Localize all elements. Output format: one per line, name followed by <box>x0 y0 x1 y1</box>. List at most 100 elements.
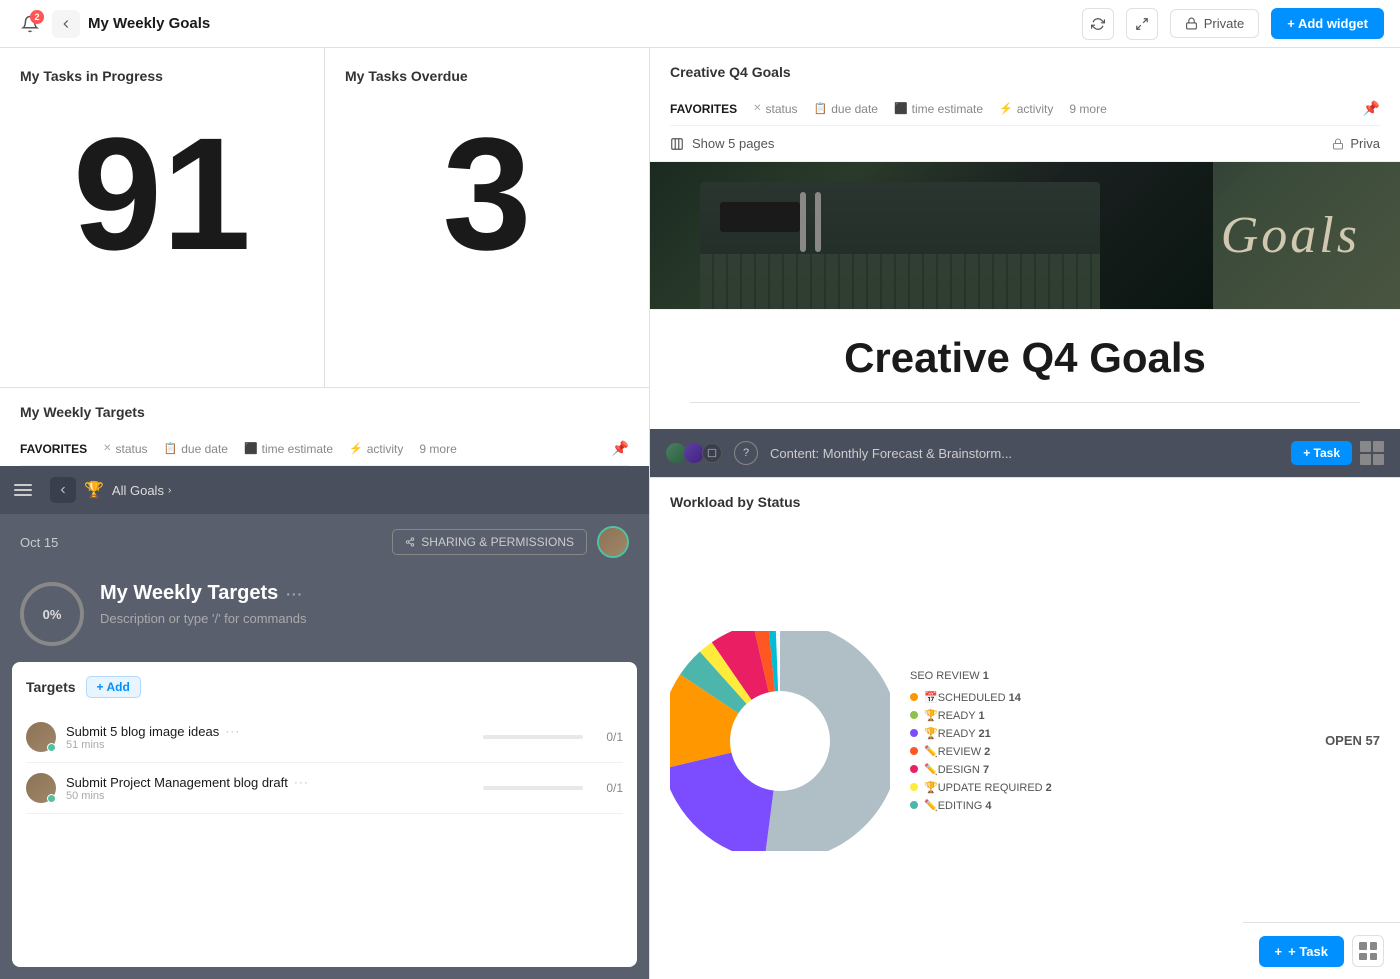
workload-section: Workload by Status <box>650 478 1400 979</box>
filter-due-date[interactable]: 📋due date <box>164 442 228 456</box>
goals-description: Description or type '/' for commands <box>100 611 629 626</box>
progress-circle: 0% <box>20 582 84 646</box>
add-target-button[interactable]: + Add <box>86 676 141 698</box>
grid-view-button[interactable] <box>1360 441 1384 465</box>
forecast-avatar-1 <box>666 443 686 463</box>
goals-inner-panel: 🏆 All Goals › Oct 15 SHARING & PERMISSIO… <box>0 466 649 979</box>
target-info-1: Submit 5 blog image ideas ··· 51 mins <box>66 724 473 751</box>
q4-filter-favorites[interactable]: FAVORITES <box>670 102 737 116</box>
forecast-help-button[interactable]: ? <box>734 441 758 465</box>
bottom-action-bar: + + Task <box>1243 922 1400 979</box>
target-name-2: Submit Project Management blog draft ··· <box>66 775 473 790</box>
target-options-2[interactable]: ··· <box>294 775 309 789</box>
filter-time-estimate[interactable]: ⬛time estimate <box>244 442 333 456</box>
goals-info: My Weekly Targets ··· Description or typ… <box>100 582 629 626</box>
notification-button[interactable]: 2 <box>16 10 44 38</box>
top-widgets-row: My Tasks in Progress 91 My Tasks Overdue… <box>0 48 649 388</box>
sharing-label: SHARING & PERMISSIONS <box>421 535 574 549</box>
target-progress-bar-2 <box>483 786 583 790</box>
forecast-task-button[interactable]: + Task <box>1291 441 1352 465</box>
targets-section: Targets + Add Submit 5 blog image ideas … <box>12 662 637 967</box>
forecast-avatar-3 <box>702 443 722 463</box>
targets-header: Targets + Add <box>26 676 623 698</box>
private-button[interactable]: Private <box>1170 9 1259 38</box>
open-label: OPEN 57 <box>1325 732 1380 750</box>
q4-filter-pin[interactable]: 📌 <box>1363 100 1380 117</box>
forecast-avatar-2 <box>684 443 704 463</box>
filter-activity[interactable]: ⚡activity <box>349 442 403 456</box>
pie-chart <box>670 631 890 851</box>
target-count-1: 0/1 <box>593 730 623 744</box>
tasks-overdue-count: 3 <box>345 114 629 274</box>
top-header: 2 My Weekly Goals Private + Add widget <box>0 0 1400 48</box>
goals-back-button[interactable] <box>50 477 76 503</box>
sharing-permissions-button[interactable]: SHARING & PERMISSIONS <box>392 529 587 555</box>
all-goals-label: All Goals <box>112 483 164 498</box>
legend-dot-design <box>910 765 918 773</box>
right-panels: Creative Q4 Goals FAVORITES ✕status 📋due… <box>650 48 1400 979</box>
add-widget-button[interactable]: + Add widget <box>1271 8 1384 39</box>
tasks-progress-title: My Tasks in Progress <box>20 68 304 84</box>
target-avatar-2 <box>26 773 56 803</box>
grid-layout-button[interactable] <box>1352 935 1384 967</box>
legend-dot-review <box>910 747 918 755</box>
legend-editing: ✏️EDITING 4 <box>924 799 992 812</box>
header-right: Private + Add widget <box>1082 8 1384 40</box>
all-goals-link[interactable]: All Goals › <box>112 483 171 498</box>
avatar-status-dot <box>47 743 56 752</box>
open-count: OPEN 57 <box>1325 733 1380 748</box>
chevron-right-icon: › <box>168 485 171 496</box>
q4-filter-bar: FAVORITES ✕status 📋due date ⬛time estima… <box>670 92 1380 126</box>
user-avatar <box>597 526 629 558</box>
legend-update: 🏆UPDATE REQUIRED 2 <box>924 781 1052 794</box>
show-pages-button[interactable]: Show 5 pages <box>670 136 774 151</box>
target-name-1: Submit 5 blog image ideas ··· <box>66 724 473 739</box>
goals-inner-header: 🏆 All Goals › <box>0 466 649 514</box>
q4-filter-nine-more[interactable]: 9 more <box>1069 102 1106 116</box>
header-left: 2 My Weekly Goals <box>16 10 210 38</box>
legend-row-scheduled: 📅SCHEDULED 14 <box>910 691 1305 704</box>
tasks-progress-count: 91 <box>20 114 304 274</box>
legend-ready21: 🏆READY 21 <box>924 727 991 740</box>
refresh-button[interactable] <box>1082 8 1114 40</box>
legend-row-ready1: 🏆READY 1 <box>910 709 1305 722</box>
filter-favorites[interactable]: FAVORITES <box>20 442 87 456</box>
expand-button[interactable] <box>1126 8 1158 40</box>
target-count-2: 0/1 <box>593 781 623 795</box>
target-info-2: Submit Project Management blog draft ···… <box>66 775 473 802</box>
target-options-1[interactable]: ··· <box>225 724 240 738</box>
tasks-progress-widget: My Tasks in Progress 91 <box>0 48 325 387</box>
notification-badge: 2 <box>30 10 44 24</box>
filter-nine-more[interactable]: 9 more <box>419 442 456 456</box>
add-task-float-button[interactable]: + + Task <box>1259 936 1344 967</box>
avatar-status-dot-2 <box>47 794 56 803</box>
weekly-targets-panel: My Weekly Targets FAVORITES ✕status 📋due… <box>0 388 649 979</box>
q4-filter-time-estimate[interactable]: ⬛time estimate <box>894 102 983 116</box>
add-task-label: + Task <box>1288 944 1328 959</box>
filter-status[interactable]: ✕status <box>103 442 147 456</box>
tasks-overdue-widget: My Tasks Overdue 3 <box>325 48 649 387</box>
q4-image: Goals <box>650 162 1400 309</box>
q4-filter-status[interactable]: ✕status <box>753 102 797 116</box>
legend-dot-update <box>910 783 918 791</box>
target-progress-bar-1 <box>483 735 583 739</box>
q4-filter-due-date[interactable]: 📋due date <box>814 102 878 116</box>
filter-pin[interactable]: 📌 <box>612 440 629 457</box>
target-time-1: 51 mins <box>66 739 473 751</box>
legend-ready1: 🏆READY 1 <box>924 709 985 722</box>
back-button[interactable] <box>52 10 80 38</box>
legend-seo: SEO REVIEW 1 <box>910 670 989 682</box>
creative-q4-header: Creative Q4 Goals FAVORITES ✕status 📋due… <box>650 48 1400 126</box>
private-text: Priva <box>1350 136 1380 151</box>
target-item: Submit 5 blog image ideas ··· 51 mins 0/… <box>26 712 623 763</box>
goals-menu-button[interactable] <box>14 476 42 504</box>
legend-row-ready21: 🏆READY 21 <box>910 727 1305 740</box>
q4-image-text: Goals <box>1221 206 1360 265</box>
legend-review: ✏️REVIEW 2 <box>924 745 990 758</box>
main-content: My Tasks in Progress 91 My Tasks Overdue… <box>0 48 1400 979</box>
q4-filter-activity[interactable]: ⚡activity <box>999 102 1053 116</box>
creative-q4-top: Creative Q4 Goals FAVORITES ✕status 📋due… <box>650 48 1400 478</box>
target-item-2: Submit Project Management blog draft ···… <box>26 763 623 814</box>
legend-row-design: ✏️DESIGN 7 <box>910 763 1305 776</box>
goal-options-button[interactable]: ··· <box>286 586 303 602</box>
